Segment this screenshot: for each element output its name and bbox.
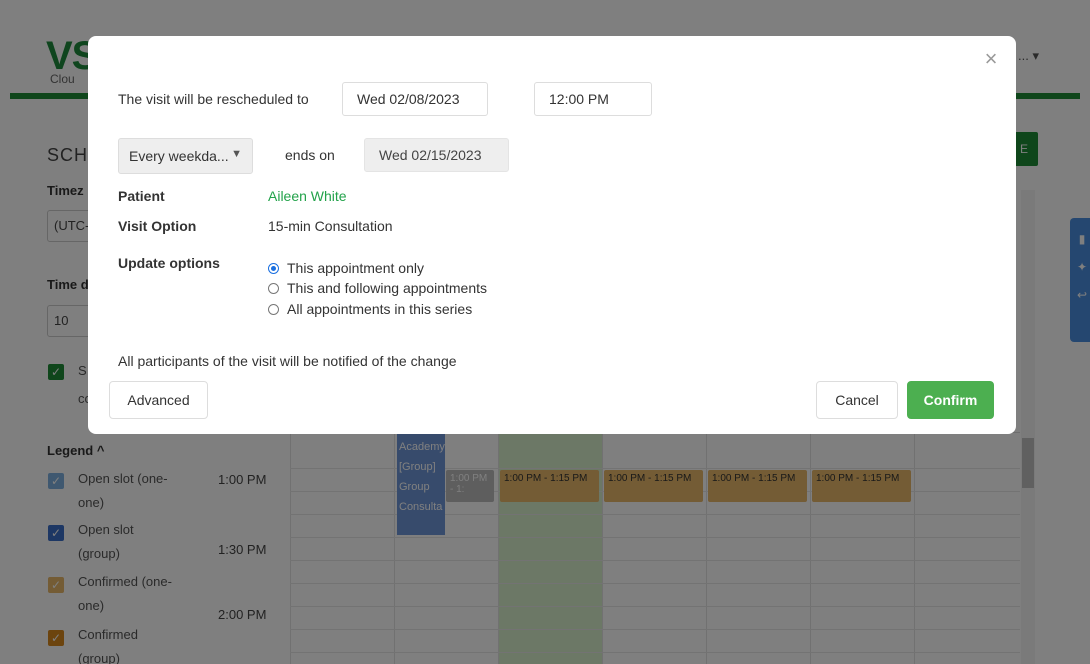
cancel-button[interactable]: Cancel bbox=[816, 381, 898, 419]
radio-all-appointments[interactable]: All appointments in this series bbox=[268, 301, 472, 317]
close-icon[interactable]: × bbox=[980, 48, 1002, 70]
confirm-button[interactable]: Confirm bbox=[907, 381, 994, 419]
repeat-select-value: Every weekda... bbox=[129, 148, 229, 164]
update-options-label: Update options bbox=[118, 255, 220, 271]
chevron-down-icon: ▼ bbox=[231, 148, 242, 160]
radio-label: This and following appointments bbox=[287, 280, 488, 296]
visit-option-label: Visit Option bbox=[118, 218, 197, 234]
radio-button[interactable] bbox=[268, 304, 279, 315]
ends-on-label: ends on bbox=[285, 147, 335, 163]
radio-following-appointments[interactable]: This and following appointments bbox=[268, 280, 487, 296]
radio-label: This appointment only bbox=[287, 260, 424, 276]
repeat-select[interactable]: Every weekda... ▼ bbox=[118, 138, 253, 174]
visit-option-value: 15-min Consultation bbox=[268, 218, 393, 234]
notification-notice: All participants of the visit will be no… bbox=[118, 353, 457, 369]
reschedule-time-input[interactable]: 12:00 PM bbox=[534, 82, 652, 116]
reschedule-dialog: × The visit will be rescheduled to Wed 0… bbox=[88, 36, 1016, 434]
reschedule-label: The visit will be rescheduled to bbox=[118, 91, 309, 107]
patient-name-link[interactable]: Aileen White bbox=[268, 188, 347, 204]
patient-label: Patient bbox=[118, 188, 165, 204]
reschedule-date-input[interactable]: Wed 02/08/2023 bbox=[342, 82, 488, 116]
advanced-button[interactable]: Advanced bbox=[109, 381, 208, 419]
radio-button[interactable] bbox=[268, 263, 279, 274]
radio-label: All appointments in this series bbox=[287, 301, 473, 317]
radio-button[interactable] bbox=[268, 283, 279, 294]
radio-this-appointment[interactable]: This appointment only bbox=[268, 260, 424, 276]
end-date-input: Wed 02/15/2023 bbox=[364, 138, 509, 172]
